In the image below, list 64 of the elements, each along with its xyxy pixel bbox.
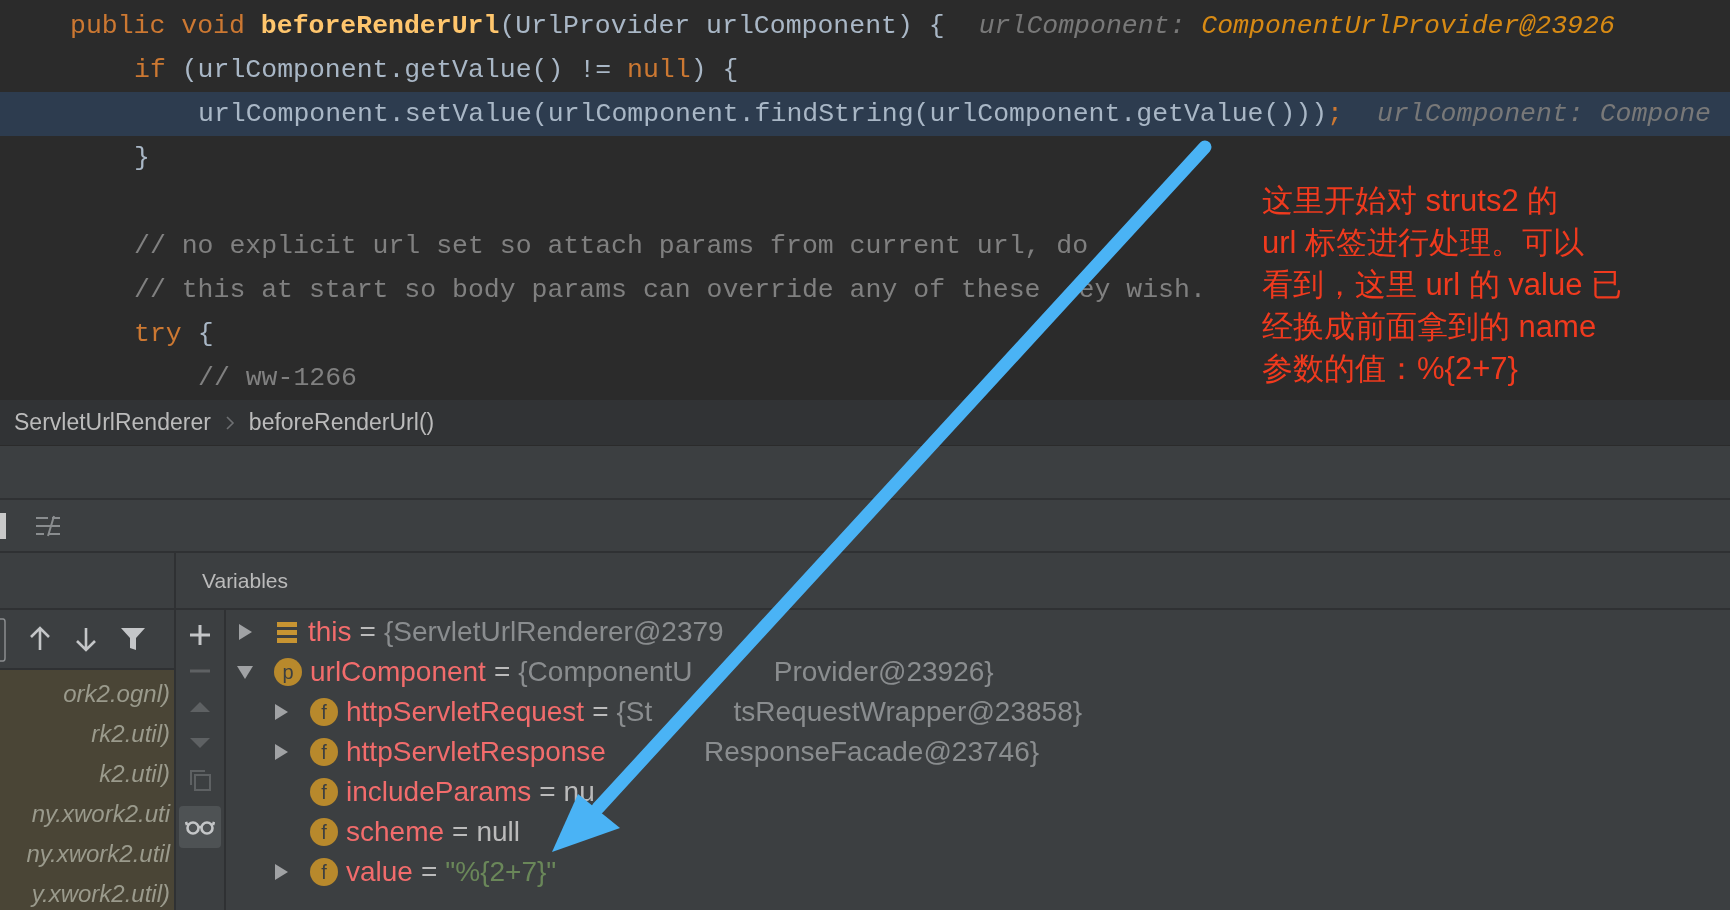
variable-name: this [308, 616, 352, 648]
variable-value-fragment: tsRequestWrapper@23858} [733, 696, 1083, 728]
parameter-badge: p [274, 658, 302, 686]
equals-sign: = [359, 616, 376, 648]
field-badge: f [310, 858, 338, 886]
variable-value: {ComponentU [518, 656, 693, 688]
list-settings-icon[interactable] [34, 513, 62, 538]
up-arrow-icon[interactable] [28, 626, 52, 652]
chevron-right-icon [224, 414, 235, 431]
plus-icon[interactable] [189, 624, 211, 646]
variable-name: value [346, 856, 413, 888]
collapse-arrow-icon[interactable] [236, 663, 254, 681]
breadcrumb-item[interactable]: beforeRenderUrl() [248, 409, 435, 436]
toolbar-bar-icon[interactable] [0, 512, 8, 539]
expand-arrow-icon[interactable] [272, 703, 290, 721]
field-badge: f [310, 738, 338, 766]
equals-sign: = [493, 656, 511, 688]
variable-value: ResponseFacade@23746} [703, 736, 1040, 768]
expand-arrow-icon[interactable] [272, 863, 290, 881]
variable-name: scheme [346, 816, 445, 848]
breadcrumb-item[interactable]: ServletUrlRenderer [14, 409, 211, 436]
stack-frame[interactable]: rk2.util) [0, 714, 174, 754]
inline-debug-hint: urlComponent: ComponentUrlProvider@23926 [978, 11, 1615, 41]
fields-icon [274, 619, 300, 645]
inline-debug-hint: urlComponent: Compone [1377, 99, 1711, 129]
variable-name: includeParams [346, 776, 532, 808]
code-line: // ww-1266 [198, 363, 358, 393]
code-line: try { [134, 319, 214, 349]
stack-frame[interactable]: ny.xwork2.util [0, 834, 174, 874]
watch-toggle-button[interactable] [179, 806, 221, 848]
field-badge: f [310, 818, 338, 846]
variable-name: urlComponent [310, 656, 486, 688]
stack-frame[interactable]: ork2.ognl) [0, 674, 174, 714]
variable-value: nu [563, 776, 595, 808]
code-line: public void beforeRenderUrl(UrlProvider urlComponent) { [70, 11, 945, 41]
field-badge: f [310, 698, 338, 726]
variable-name: httpServletRequest [346, 696, 585, 728]
filter-icon[interactable] [120, 626, 146, 652]
variable-value-fragment: Provider@23926} [773, 656, 994, 688]
code-line: // no explicit url set so attach params from current url, do [134, 231, 1089, 261]
equals-sign: = [539, 776, 556, 808]
code-line: } [134, 143, 150, 173]
variable-value: null [476, 816, 520, 848]
stack-frame[interactable]: ny.xwork2.uti [0, 794, 174, 834]
code-line: if (urlComponent.getValue() != null) { [134, 55, 739, 85]
stack-frame[interactable]: y.xwork2.util) [0, 874, 174, 910]
glasses-icon [185, 819, 215, 835]
annotation-note: 这里开始对 struts2 的 url 标签进行处理。可以 看到，这里 url 的 value 已 经换成前面拿到的 name 参数的值：%{2+7} [1262, 182, 1622, 388]
variable-name: httpServletResponse [346, 736, 606, 768]
field-badge: f [310, 778, 338, 806]
variable-value: {St [616, 696, 653, 728]
code-line: urlComponent.setValue(urlComponent.findString(urlComponent.getValue())); [198, 99, 1343, 129]
equals-sign: = [420, 856, 438, 888]
equals-sign: = [452, 816, 469, 848]
variable-value: {ServletUrlRenderer@2379 [383, 616, 724, 648]
stack-frame[interactable]: k2.util) [0, 754, 174, 794]
expand-arrow-icon[interactable] [236, 623, 254, 641]
variable-value: "%{2+7}" [445, 856, 557, 888]
expand-arrow-icon[interactable] [272, 743, 290, 761]
code-line: // this at start so body params can override any of these [134, 275, 1041, 305]
equals-sign: = [592, 696, 609, 728]
down-arrow-icon[interactable] [74, 626, 98, 652]
dropdown-edge-icon[interactable] [0, 618, 6, 662]
panel-title: Variables [202, 568, 288, 593]
